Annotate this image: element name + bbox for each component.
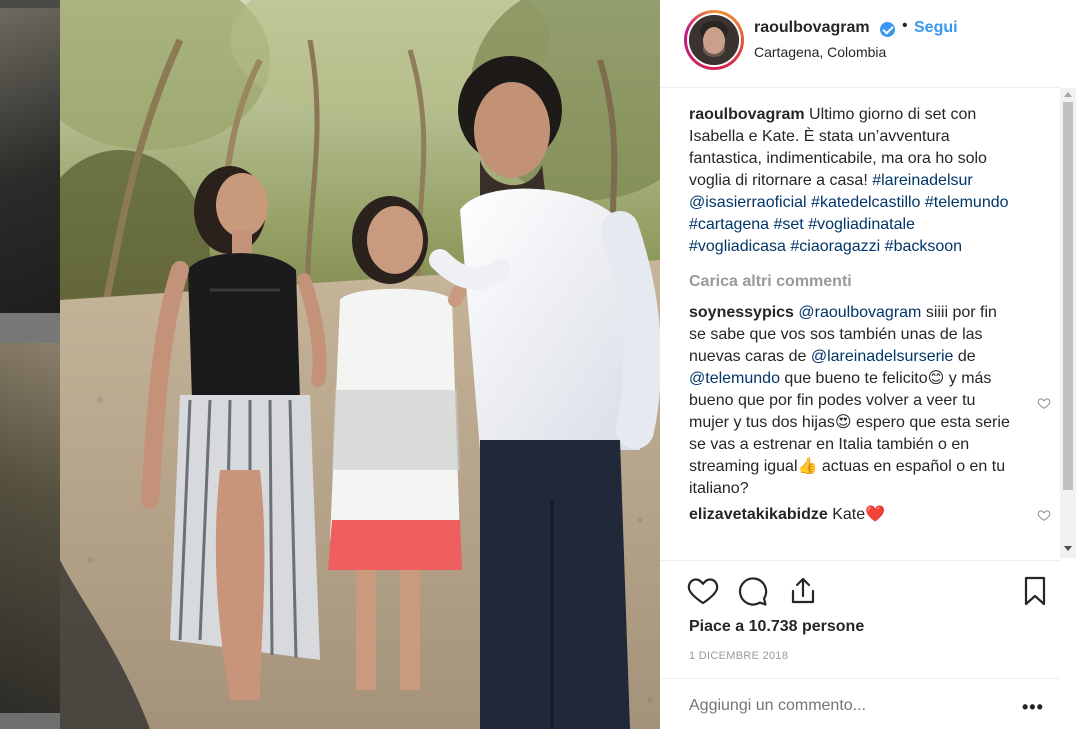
background-image-top (0, 8, 60, 313)
heart-icon[interactable] (687, 575, 719, 607)
background-footer (0, 713, 60, 729)
location-link[interactable]: Cartagena, Colombia (754, 44, 886, 60)
comments-list[interactable]: raoulbovagram Ultimo giorno di set con I… (689, 104, 1051, 560)
post-photo-image (60, 0, 660, 729)
comments-scrollbar[interactable] (1060, 88, 1076, 558)
comment-text: Kate❤️ (827, 506, 886, 523)
add-comment-input[interactable] (689, 697, 989, 715)
likes-count[interactable]: Piace a 10.738 persone (689, 618, 864, 636)
add-comment-bar: ••• (660, 678, 1060, 729)
header-separator: • (902, 17, 908, 34)
comment-username[interactable]: elizavetakikabidze (689, 506, 828, 523)
bookmark-icon[interactable] (1019, 575, 1051, 607)
load-more-comments-button[interactable]: Carica altri commenti (689, 271, 1051, 293)
verified-badge-icon (880, 22, 895, 37)
caption: raoulbovagram Ultimo giorno di set con I… (689, 104, 1051, 258)
comment-mention[interactable]: @raoulbovagram (798, 304, 921, 321)
scroll-down-arrow-icon[interactable] (1064, 546, 1072, 551)
scroll-up-arrow-icon[interactable] (1064, 92, 1072, 97)
avatar-image (689, 15, 739, 65)
post-author-username[interactable]: raoulbovagram (754, 19, 870, 37)
comment-item: soynessypics @raoulbovagram siiii por fi… (689, 302, 1051, 500)
background-divider (0, 313, 60, 343)
more-options-icon[interactable]: ••• (1022, 697, 1044, 718)
follow-button[interactable]: Segui (914, 19, 958, 37)
avatar[interactable] (687, 13, 741, 67)
post-date[interactable]: 1 DICEMBRE 2018 (689, 650, 788, 662)
share-icon[interactable] (787, 575, 819, 607)
post-sidebar: raoulbovagram • Segui Cartagena, Colombi… (660, 0, 1076, 729)
post-header: raoulbovagram • Segui Cartagena, Colombi… (660, 0, 1060, 88)
comment-mention[interactable]: @telemundo (689, 370, 780, 387)
scrollbar-thumb[interactable] (1063, 102, 1073, 490)
comment-icon[interactable] (737, 575, 769, 607)
avatar-story-ring[interactable] (684, 10, 744, 70)
comment-mention[interactable]: @lareinadelsurserie (811, 348, 954, 365)
comment-username[interactable]: soynessypics (689, 304, 794, 321)
post-actions (660, 560, 1060, 616)
comment-text: de (953, 348, 976, 365)
comment-like-icon[interactable] (1037, 508, 1051, 522)
caption-username[interactable]: raoulbovagram (689, 106, 805, 123)
comment-like-icon[interactable] (1037, 396, 1051, 410)
background-image-bottom (0, 343, 60, 713)
comment-item: elizavetakikabidze Kate❤️ (689, 504, 1051, 526)
post-photo[interactable] (60, 0, 660, 729)
background-page (0, 0, 60, 729)
comment-text: que bueno te felicito😊 y más bueno que p… (689, 370, 1010, 497)
